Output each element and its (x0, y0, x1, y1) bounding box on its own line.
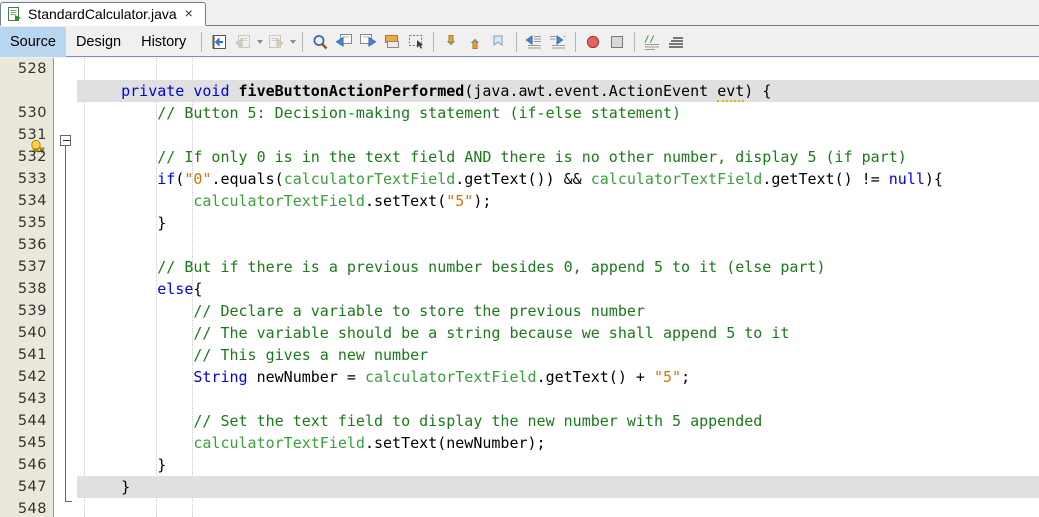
code-line[interactable] (77, 124, 1039, 146)
tab-history[interactable]: History (131, 27, 196, 57)
toolbar-separator-5 (575, 31, 577, 52)
toolbar-separator-2 (302, 31, 304, 52)
line-number: 544 (17, 413, 47, 429)
tab-design[interactable]: Design (66, 27, 131, 57)
line-number: 542 (17, 369, 47, 385)
forward-dropdown-caret-icon[interactable] (288, 30, 297, 54)
code-line[interactable]: } (77, 212, 1039, 234)
view-mode-tabs: Source Design History (0, 26, 196, 57)
line-number: 545 (17, 435, 47, 451)
line-number: 538 (17, 281, 47, 297)
fold-collapse-toggle[interactable] (60, 135, 71, 146)
tab-source-label: Source (10, 33, 56, 50)
uncomment-icon[interactable] (664, 30, 688, 54)
line-number: 536 (17, 237, 47, 253)
previous-bookmark-icon[interactable] (439, 30, 463, 54)
code-line[interactable]: String newNumber = calculatorTextField.g… (77, 366, 1039, 388)
toggle-rectangular-selection-icon[interactable] (404, 30, 428, 54)
toolbar-separator-6 (634, 31, 636, 52)
source-editor[interactable]: 528 530 531 532 533 534 535 536 537 538 539 540 541 5… (0, 58, 1039, 517)
line-number: 530 (17, 105, 47, 121)
close-icon[interactable]: × (183, 6, 195, 22)
toggle-highlight-search-icon[interactable] (380, 30, 404, 54)
toolbar-separator-3 (433, 31, 435, 52)
line-number: 528 (17, 61, 47, 77)
stop-macro-recording-icon[interactable] (605, 30, 629, 54)
code-line[interactable]: // Button 5: Decision-making statement (… (77, 102, 1039, 124)
code-line[interactable]: if("0".equals(calculatorTextField.getTex… (77, 168, 1039, 190)
line-number: 546 (17, 457, 47, 473)
code-text-area[interactable]: private void fiveButtonActionPerformed(j… (77, 58, 1039, 517)
code-line[interactable] (77, 234, 1039, 256)
start-macro-recording-icon[interactable] (581, 30, 605, 54)
find-previous-icon[interactable] (332, 30, 356, 54)
line-number: 540 (17, 325, 47, 341)
java-file-icon (8, 6, 22, 22)
code-line[interactable] (77, 388, 1039, 410)
tab-source[interactable]: Source (0, 26, 66, 57)
document-tab-bar: StandardCalculator.java × (0, 0, 1039, 26)
code-line[interactable] (77, 498, 1039, 517)
line-number: 533 (17, 171, 47, 187)
code-line[interactable]: private void fiveButtonActionPerformed(j… (77, 80, 1039, 102)
code-line[interactable]: } (77, 454, 1039, 476)
code-folding-column[interactable] (55, 58, 77, 517)
fold-range-line (65, 146, 66, 501)
code-line[interactable]: // Set the text field to display the new… (77, 410, 1039, 432)
code-line[interactable]: else{ (77, 278, 1039, 300)
document-tab-title: StandardCalculator.java (28, 6, 177, 22)
line-number: 534 (17, 193, 47, 209)
comment-icon[interactable]: // (640, 30, 664, 54)
line-number: 543 (17, 391, 47, 407)
code-line[interactable]: // But if there is a previous number bes… (77, 256, 1039, 278)
back-dropdown-caret-icon[interactable] (255, 30, 264, 54)
toggle-bookmark-icon[interactable] (487, 30, 511, 54)
code-line[interactable] (77, 58, 1039, 80)
svg-text://: // (644, 35, 655, 45)
code-line[interactable]: // Declare a variable to store the previ… (77, 300, 1039, 322)
forward-icon[interactable] (264, 30, 288, 54)
line-number: 532 (17, 149, 47, 165)
last-edit-position-icon[interactable] (207, 30, 231, 54)
line-number: 547 (17, 479, 47, 495)
fold-range-end (65, 501, 72, 502)
line-number: 537 (17, 259, 47, 275)
line-number: 548 (17, 501, 47, 517)
find-next-icon[interactable] (356, 30, 380, 54)
line-number-gutter[interactable]: 528 530 531 532 533 534 535 536 537 538 539 540 541 5… (0, 58, 54, 517)
line-number: 535 (17, 215, 47, 231)
code-line[interactable]: // The variable should be a string becau… (77, 322, 1039, 344)
line-number: 539 (17, 303, 47, 319)
code-line[interactable]: calculatorTextField.setText(newNumber); (77, 432, 1039, 454)
code-line[interactable]: } (77, 476, 1039, 498)
shift-line-left-icon[interactable] (522, 30, 546, 54)
code-line[interactable]: calculatorTextField.setText("5"); (77, 190, 1039, 212)
line-number: 531 (17, 127, 47, 143)
back-icon[interactable] (231, 30, 255, 54)
netbeans-editor-window: StandardCalculator.java × Source Design … (0, 0, 1039, 517)
tab-design-label: Design (75, 33, 122, 50)
document-tab-standardcalculator-java[interactable]: StandardCalculator.java × (0, 2, 206, 26)
editor-toolbar: Source Design History // (0, 26, 1039, 57)
code-line[interactable]: // This gives a new number (77, 344, 1039, 366)
next-bookmark-icon[interactable] (463, 30, 487, 54)
find-selection-icon[interactable] (308, 30, 332, 54)
code-line[interactable]: // If only 0 is in the text field AND th… (77, 146, 1039, 168)
tab-history-label: History (141, 33, 187, 50)
shift-line-right-icon[interactable] (546, 30, 570, 54)
line-number: 541 (17, 347, 47, 363)
toolbar-separator-1 (201, 31, 203, 52)
toolbar-separator-4 (516, 31, 518, 52)
